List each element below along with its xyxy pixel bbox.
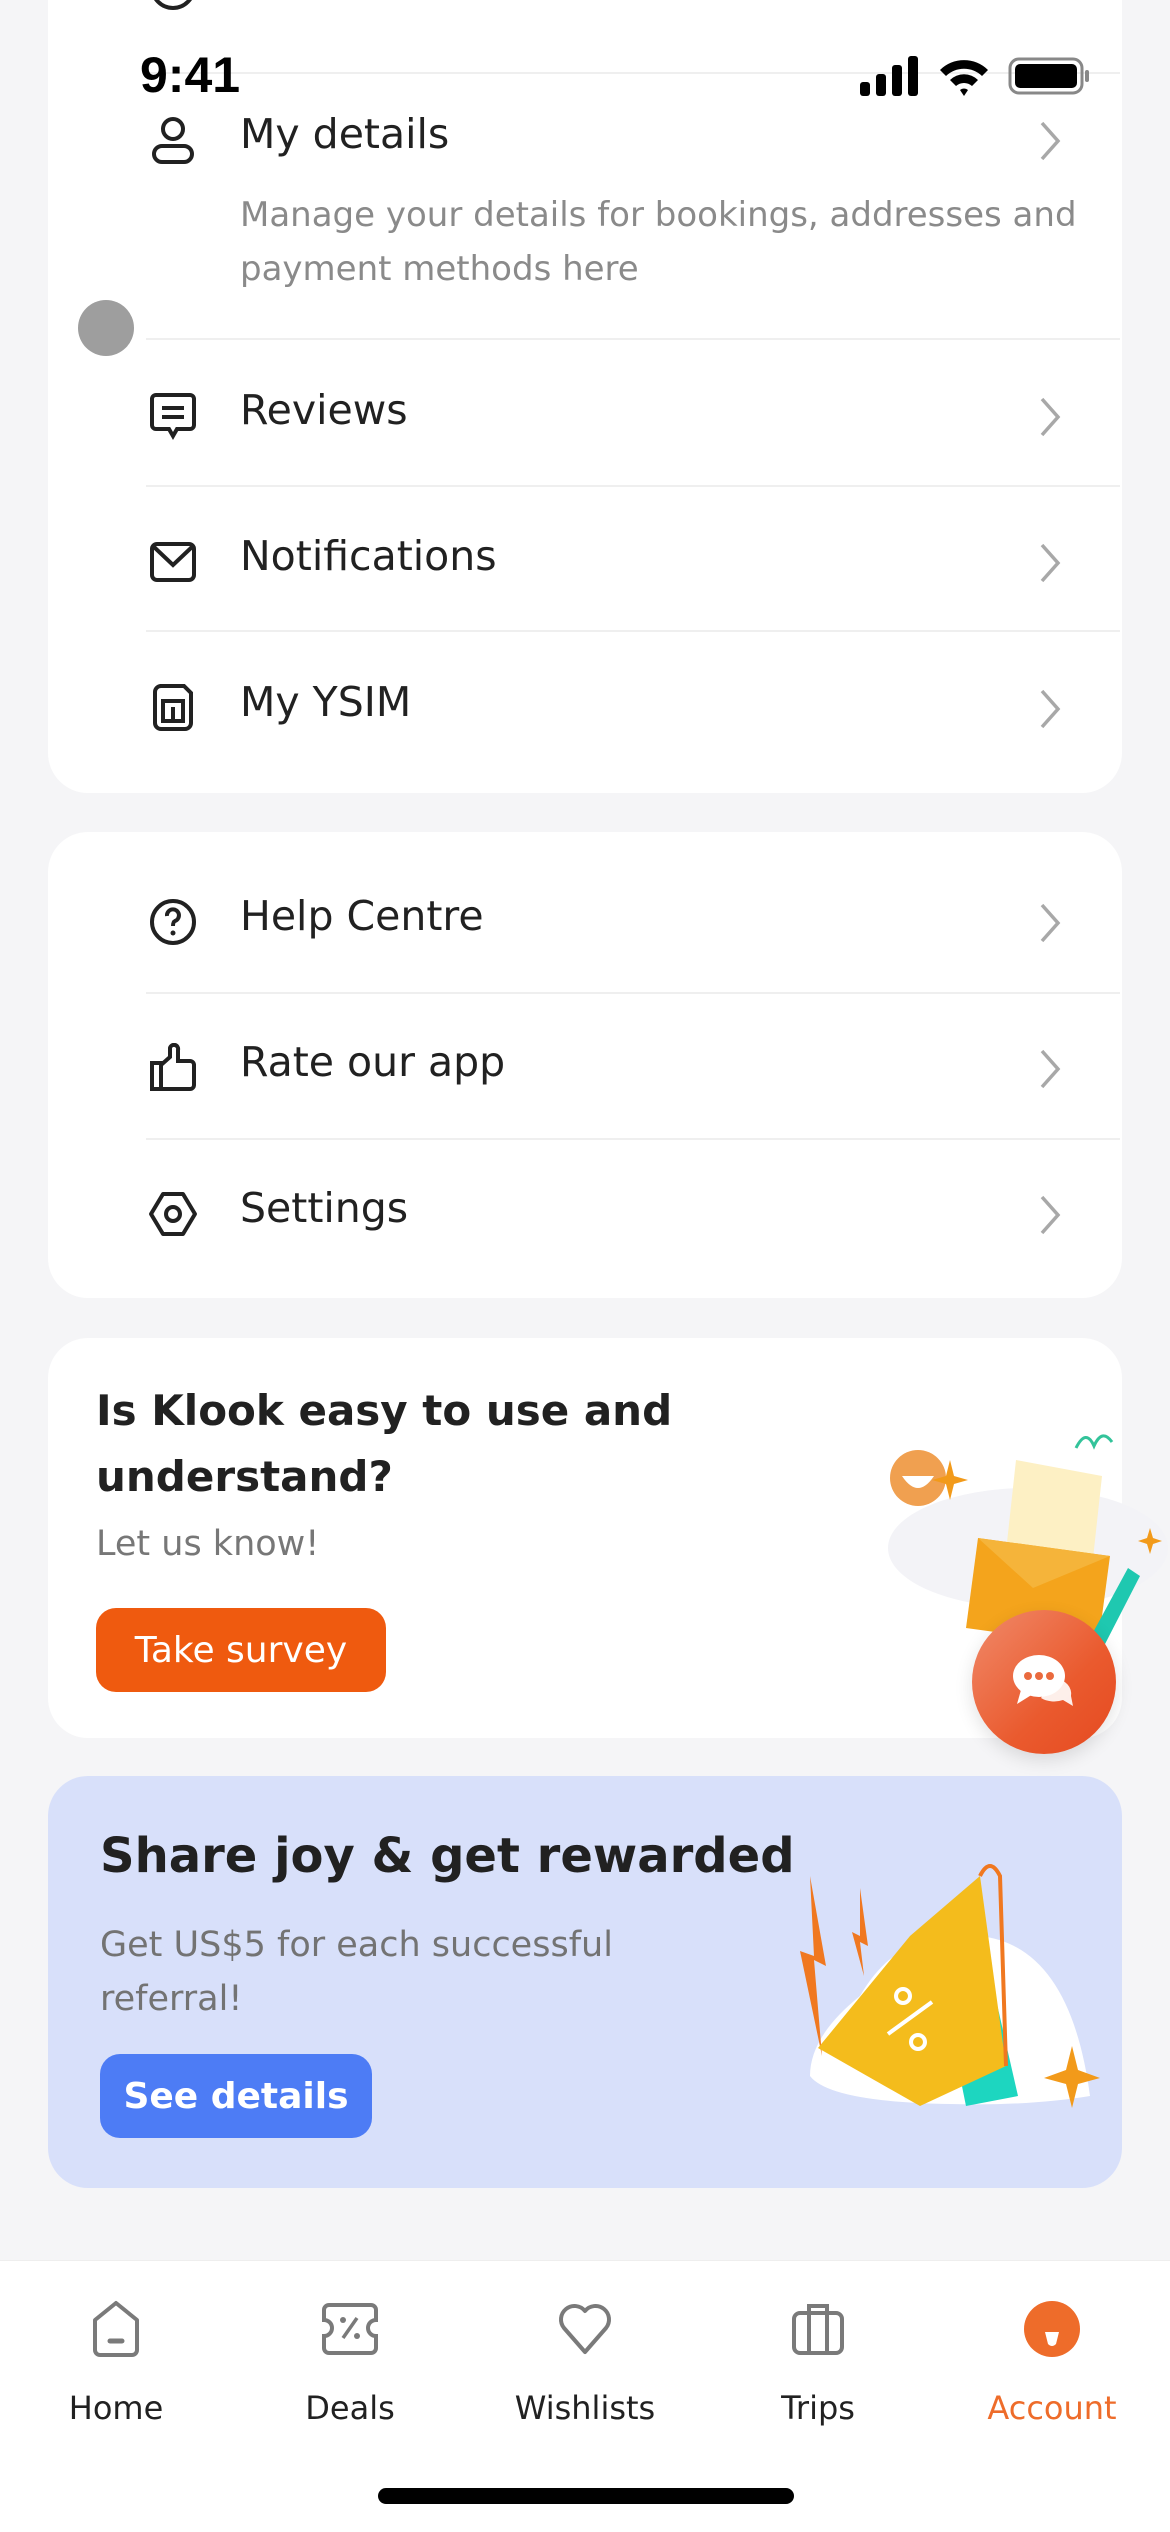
chevron-right-icon — [1040, 543, 1061, 583]
tab-deals[interactable]: Deals — [250, 2299, 450, 2427]
chevron-right-icon — [1040, 689, 1061, 729]
survey-title: Is Klook easy to use and understand? — [96, 1386, 673, 1501]
chevron-right-icon — [1040, 903, 1061, 943]
tab-account[interactable]: Account — [952, 2299, 1152, 2427]
survey-subtitle: Let us know! — [96, 1524, 320, 1564]
chevron-right-icon — [1040, 1195, 1061, 1235]
rewards-icon — [148, 0, 198, 12]
heart-icon — [555, 2299, 615, 2359]
menu-item-label: My details — [240, 110, 450, 158]
account-section-card: Klook Rewards My details Manage your det… — [48, 0, 1122, 793]
wifi-icon — [940, 60, 988, 96]
menu-item-label: Rate our app — [240, 1038, 506, 1086]
survey-card: Is Klook easy to use and understand? Let… — [48, 1338, 1168, 1738]
divider — [146, 1138, 1120, 1140]
envelope-icon — [148, 537, 198, 587]
sim-card-icon — [148, 683, 198, 733]
tab-home[interactable]: Home — [16, 2299, 216, 2427]
home-indicator — [378, 2488, 794, 2504]
menu-item-settings[interactable]: Settings — [96, 1184, 1122, 1244]
status-bar-time: 9:41 — [140, 47, 241, 103]
menu-item-label: Settings — [240, 1184, 409, 1232]
see-details-button[interactable]: See details — [100, 2054, 372, 2138]
suitcase-icon — [788, 2299, 848, 2359]
account-icon — [1022, 2299, 1082, 2359]
discount-tag-illustration — [800, 1864, 1100, 2108]
tab-wishlists[interactable]: Wishlists — [485, 2299, 685, 2427]
menu-item-label: Klook Rewards — [240, 0, 539, 6]
help-icon — [148, 897, 198, 947]
tab-label: Home — [68, 2389, 164, 2427]
menu-item-label: My YSIM — [240, 678, 412, 726]
divider — [146, 992, 1120, 994]
referral-title: Share joy & get rewarded — [100, 1828, 795, 1884]
thumbs-up-icon — [148, 1043, 198, 1093]
menu-item-klook-rewards[interactable]: Klook Rewards — [96, 0, 1122, 24]
menu-item-label: Help Centre — [240, 892, 484, 940]
referral-subtitle: Get US$5 for each successful referral! — [100, 1925, 613, 2019]
menu-item-label: Notifications — [240, 532, 497, 580]
divider — [146, 338, 1120, 340]
home-icon — [86, 2299, 146, 2359]
menu-item-my-details[interactable]: My details — [96, 110, 1122, 170]
menu-item-reviews[interactable]: Reviews — [96, 386, 1122, 446]
menu-item-rate-our-app[interactable]: Rate our app — [96, 1038, 1122, 1098]
chevron-right-icon — [1040, 397, 1061, 437]
battery-icon — [1008, 57, 1089, 95]
deals-ticket-icon — [320, 2299, 380, 2359]
divider — [146, 485, 1120, 487]
chat-bubbles-icon — [1013, 1655, 1073, 1706]
referral-card: Share joy & get rewarded Get US$5 for ea… — [48, 1776, 1122, 2188]
settings-icon — [148, 1189, 198, 1239]
tab-label: Account — [987, 2389, 1117, 2427]
menu-item-notifications[interactable]: Notifications — [96, 532, 1122, 592]
menu-item-label: Reviews — [240, 386, 408, 434]
tab-trips[interactable]: Trips — [718, 2299, 918, 2427]
tab-label: Deals — [305, 2389, 395, 2427]
my-details-description: Manage your details for bookings, addres… — [240, 195, 1077, 289]
take-survey-button[interactable]: Take survey — [96, 1608, 386, 1692]
review-icon — [148, 391, 198, 441]
chevron-right-icon — [1040, 1049, 1061, 1089]
divider — [146, 630, 1120, 632]
tab-label: Trips — [781, 2389, 855, 2427]
person-icon — [148, 115, 198, 165]
support-section-card: Help Centre Rate our app Settings — [48, 832, 1122, 1298]
chevron-right-icon — [1040, 121, 1061, 161]
menu-item-help-centre[interactable]: Help Centre — [96, 892, 1122, 952]
tab-label: Wishlists — [514, 2389, 656, 2427]
chat-support-button[interactable] — [972, 1610, 1116, 1754]
menu-item-my-ysim[interactable]: My YSIM — [96, 678, 1122, 738]
status-bar-icons — [860, 56, 1090, 96]
touch-indicator — [78, 300, 134, 356]
cellular-signal-icon — [860, 56, 918, 96]
